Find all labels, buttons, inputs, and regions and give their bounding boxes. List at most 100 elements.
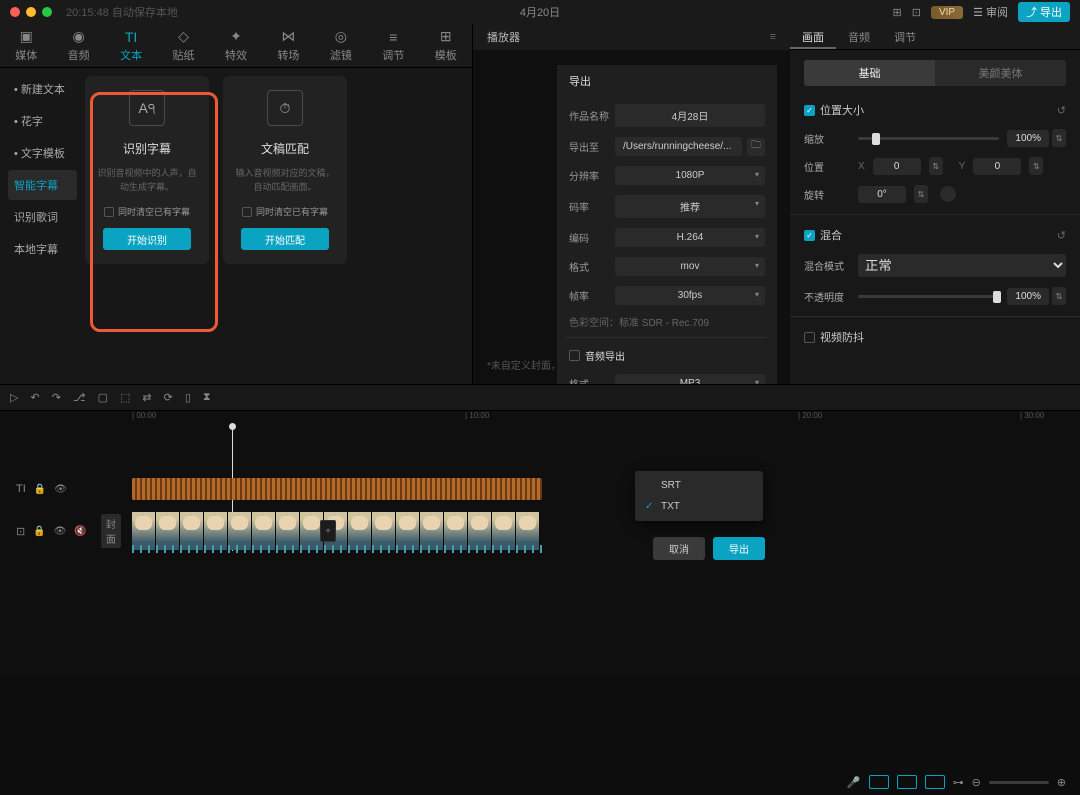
redo-icon[interactable]: ↷	[52, 391, 61, 404]
cursor-tool-icon[interactable]: ▷	[10, 391, 18, 404]
lock-icon[interactable]: 🔒	[34, 484, 46, 495]
rotation-label: 旋转	[804, 187, 850, 202]
speed-icon[interactable]: ⧗	[203, 391, 211, 404]
tab-transition[interactable]: ⋈转场	[262, 24, 314, 67]
maximize-icon[interactable]	[42, 7, 52, 17]
tab-filter[interactable]: ◎滤镜	[315, 24, 367, 67]
sidebar-item-fancy[interactable]: • 花字	[8, 106, 77, 136]
minimize-icon[interactable]	[26, 7, 36, 17]
sidebar-item-lyrics[interactable]: 识别歌词	[8, 202, 77, 232]
fmt-select[interactable]: mov▾	[615, 257, 765, 276]
mirror-icon[interactable]: ⇄	[142, 391, 151, 404]
seg-basic[interactable]: 基础	[804, 60, 935, 86]
export-confirm-button[interactable]: 导出	[713, 537, 765, 560]
fmt-label: 格式	[569, 259, 615, 274]
layout-icon[interactable]: ⊞	[893, 6, 902, 19]
stepper-icon[interactable]: ⇅	[914, 185, 928, 203]
eye-icon[interactable]: 👁	[54, 526, 67, 537]
fps-select[interactable]: 30fps▾	[615, 286, 765, 305]
tab-text[interactable]: TI文本	[105, 24, 157, 67]
tab-template[interactable]: ⊞模板	[420, 24, 472, 67]
blend-mode-select[interactable]: 正常	[858, 254, 1066, 277]
tab-picture[interactable]: 画面	[790, 24, 836, 49]
sidebar-item-local-subtitle[interactable]: 本地字幕	[8, 234, 77, 264]
tab-effects[interactable]: ✦特效	[210, 24, 262, 67]
snap-toggle[interactable]	[897, 775, 917, 789]
tick-label: | 30:00	[1020, 411, 1044, 420]
scale-slider[interactable]	[858, 137, 999, 140]
review-button[interactable]: ☰ 审阅	[973, 4, 1008, 20]
rotate-icon[interactable]: ⟳	[164, 391, 173, 404]
lock-icon[interactable]: 🔒	[33, 526, 45, 537]
delete-icon[interactable]: ▢	[98, 391, 108, 404]
rotation-input[interactable]: 0°	[858, 186, 906, 203]
enc-select[interactable]: H.264▾	[615, 228, 765, 247]
name-input[interactable]: 4月28日	[615, 104, 765, 127]
keyframe-button[interactable]	[940, 186, 956, 202]
start-recognize-button[interactable]: 开始识别	[103, 228, 191, 250]
tab-adjust[interactable]: ≡调节	[367, 24, 419, 67]
dropdown-option-txt[interactable]: ✓TXT	[635, 496, 763, 517]
scale-label: 缩放	[804, 131, 850, 146]
tab-adjust-props[interactable]: 调节	[882, 24, 928, 49]
tab-audio[interactable]: ◉音频	[52, 24, 104, 67]
snap-toggle[interactable]	[869, 775, 889, 789]
res-select[interactable]: 1080P▾	[615, 166, 765, 185]
stepper-icon[interactable]: ⇅	[929, 157, 943, 175]
folder-icon[interactable]: 🗀	[747, 138, 765, 156]
audio-icon: ◉	[73, 28, 85, 45]
stepper-icon[interactable]: ⇅	[1029, 157, 1043, 175]
pos-y-input[interactable]: 0	[973, 158, 1021, 175]
clear-existing-checkbox[interactable]	[242, 207, 252, 217]
sidebar-item-template[interactable]: • 文字模板	[8, 138, 77, 168]
opacity-slider[interactable]	[858, 295, 999, 298]
mute-icon[interactable]: 🔇	[74, 526, 86, 537]
split-icon[interactable]: ⎇	[73, 391, 86, 404]
filter-icon: ◎	[335, 28, 347, 45]
clear-existing-checkbox[interactable]	[104, 207, 114, 217]
position-checkbox[interactable]: ✓	[804, 105, 815, 116]
player-menu-icon[interactable]: ≡	[770, 31, 776, 43]
video-track[interactable]: ⊡🔒👁🔇封面 +	[0, 511, 1080, 551]
audio-export-checkbox[interactable]	[569, 350, 580, 361]
dropdown-option-srt[interactable]: SRT	[635, 475, 763, 496]
timeline-ruler[interactable]: | 00:00 | 10:00 | 20:00 | 30:00	[0, 411, 1080, 427]
sidebar-item-smart-subtitle[interactable]: 智能字幕	[8, 170, 77, 200]
export-button[interactable]: ⤴ 导出	[1018, 2, 1070, 22]
text-clip[interactable]	[132, 478, 542, 500]
project-title: 4月20日	[520, 4, 560, 20]
tab-media[interactable]: ▣媒体	[0, 24, 52, 67]
reset-icon[interactable]: ↺	[1057, 229, 1066, 242]
eye-icon[interactable]: 👁	[54, 484, 67, 495]
zoom-in-icon[interactable]: ⊕	[1057, 776, 1066, 789]
align-icon[interactable]: ⊶	[953, 776, 964, 789]
start-match-button[interactable]: 开始匹配	[241, 228, 329, 250]
cancel-button[interactable]: 取消	[653, 537, 705, 560]
zoom-out-icon[interactable]: ⊖	[972, 776, 981, 789]
effects-icon: ✦	[230, 28, 242, 45]
cover-label[interactable]: 封面	[101, 514, 121, 548]
blend-checkbox[interactable]: ✓	[804, 230, 815, 241]
rate-select[interactable]: 推荐▾	[615, 195, 765, 218]
freeze-icon[interactable]: ▯	[185, 391, 191, 404]
sidebar-item-newtext[interactable]: • 新建文本	[8, 74, 77, 104]
zoom-slider[interactable]	[989, 781, 1049, 784]
text-track[interactable]: TI🔒👁	[0, 477, 1080, 501]
stabilize-checkbox[interactable]	[804, 332, 815, 343]
tab-audio-props[interactable]: 音频	[836, 24, 882, 49]
vip-badge[interactable]: VIP	[931, 6, 963, 19]
stepper-icon[interactable]: ⇅	[1052, 129, 1066, 147]
stepper-icon[interactable]: ⇅	[1052, 287, 1066, 305]
seg-beauty[interactable]: 美颜美体	[935, 60, 1066, 86]
undo-icon[interactable]: ↶	[30, 391, 39, 404]
spacer-icon[interactable]: +	[320, 520, 336, 542]
snap-toggle[interactable]	[925, 775, 945, 789]
tab-sticker[interactable]: ◇贴纸	[157, 24, 209, 67]
pos-x-input[interactable]: 0	[873, 158, 921, 175]
crop-icon[interactable]: ⬚	[120, 391, 130, 404]
player-title: 播放器	[487, 29, 520, 45]
reset-icon[interactable]: ↺	[1057, 104, 1066, 117]
mic-icon[interactable]: 🎤	[847, 776, 861, 789]
close-icon[interactable]	[10, 7, 20, 17]
layout2-icon[interactable]: ⊡	[912, 6, 921, 19]
